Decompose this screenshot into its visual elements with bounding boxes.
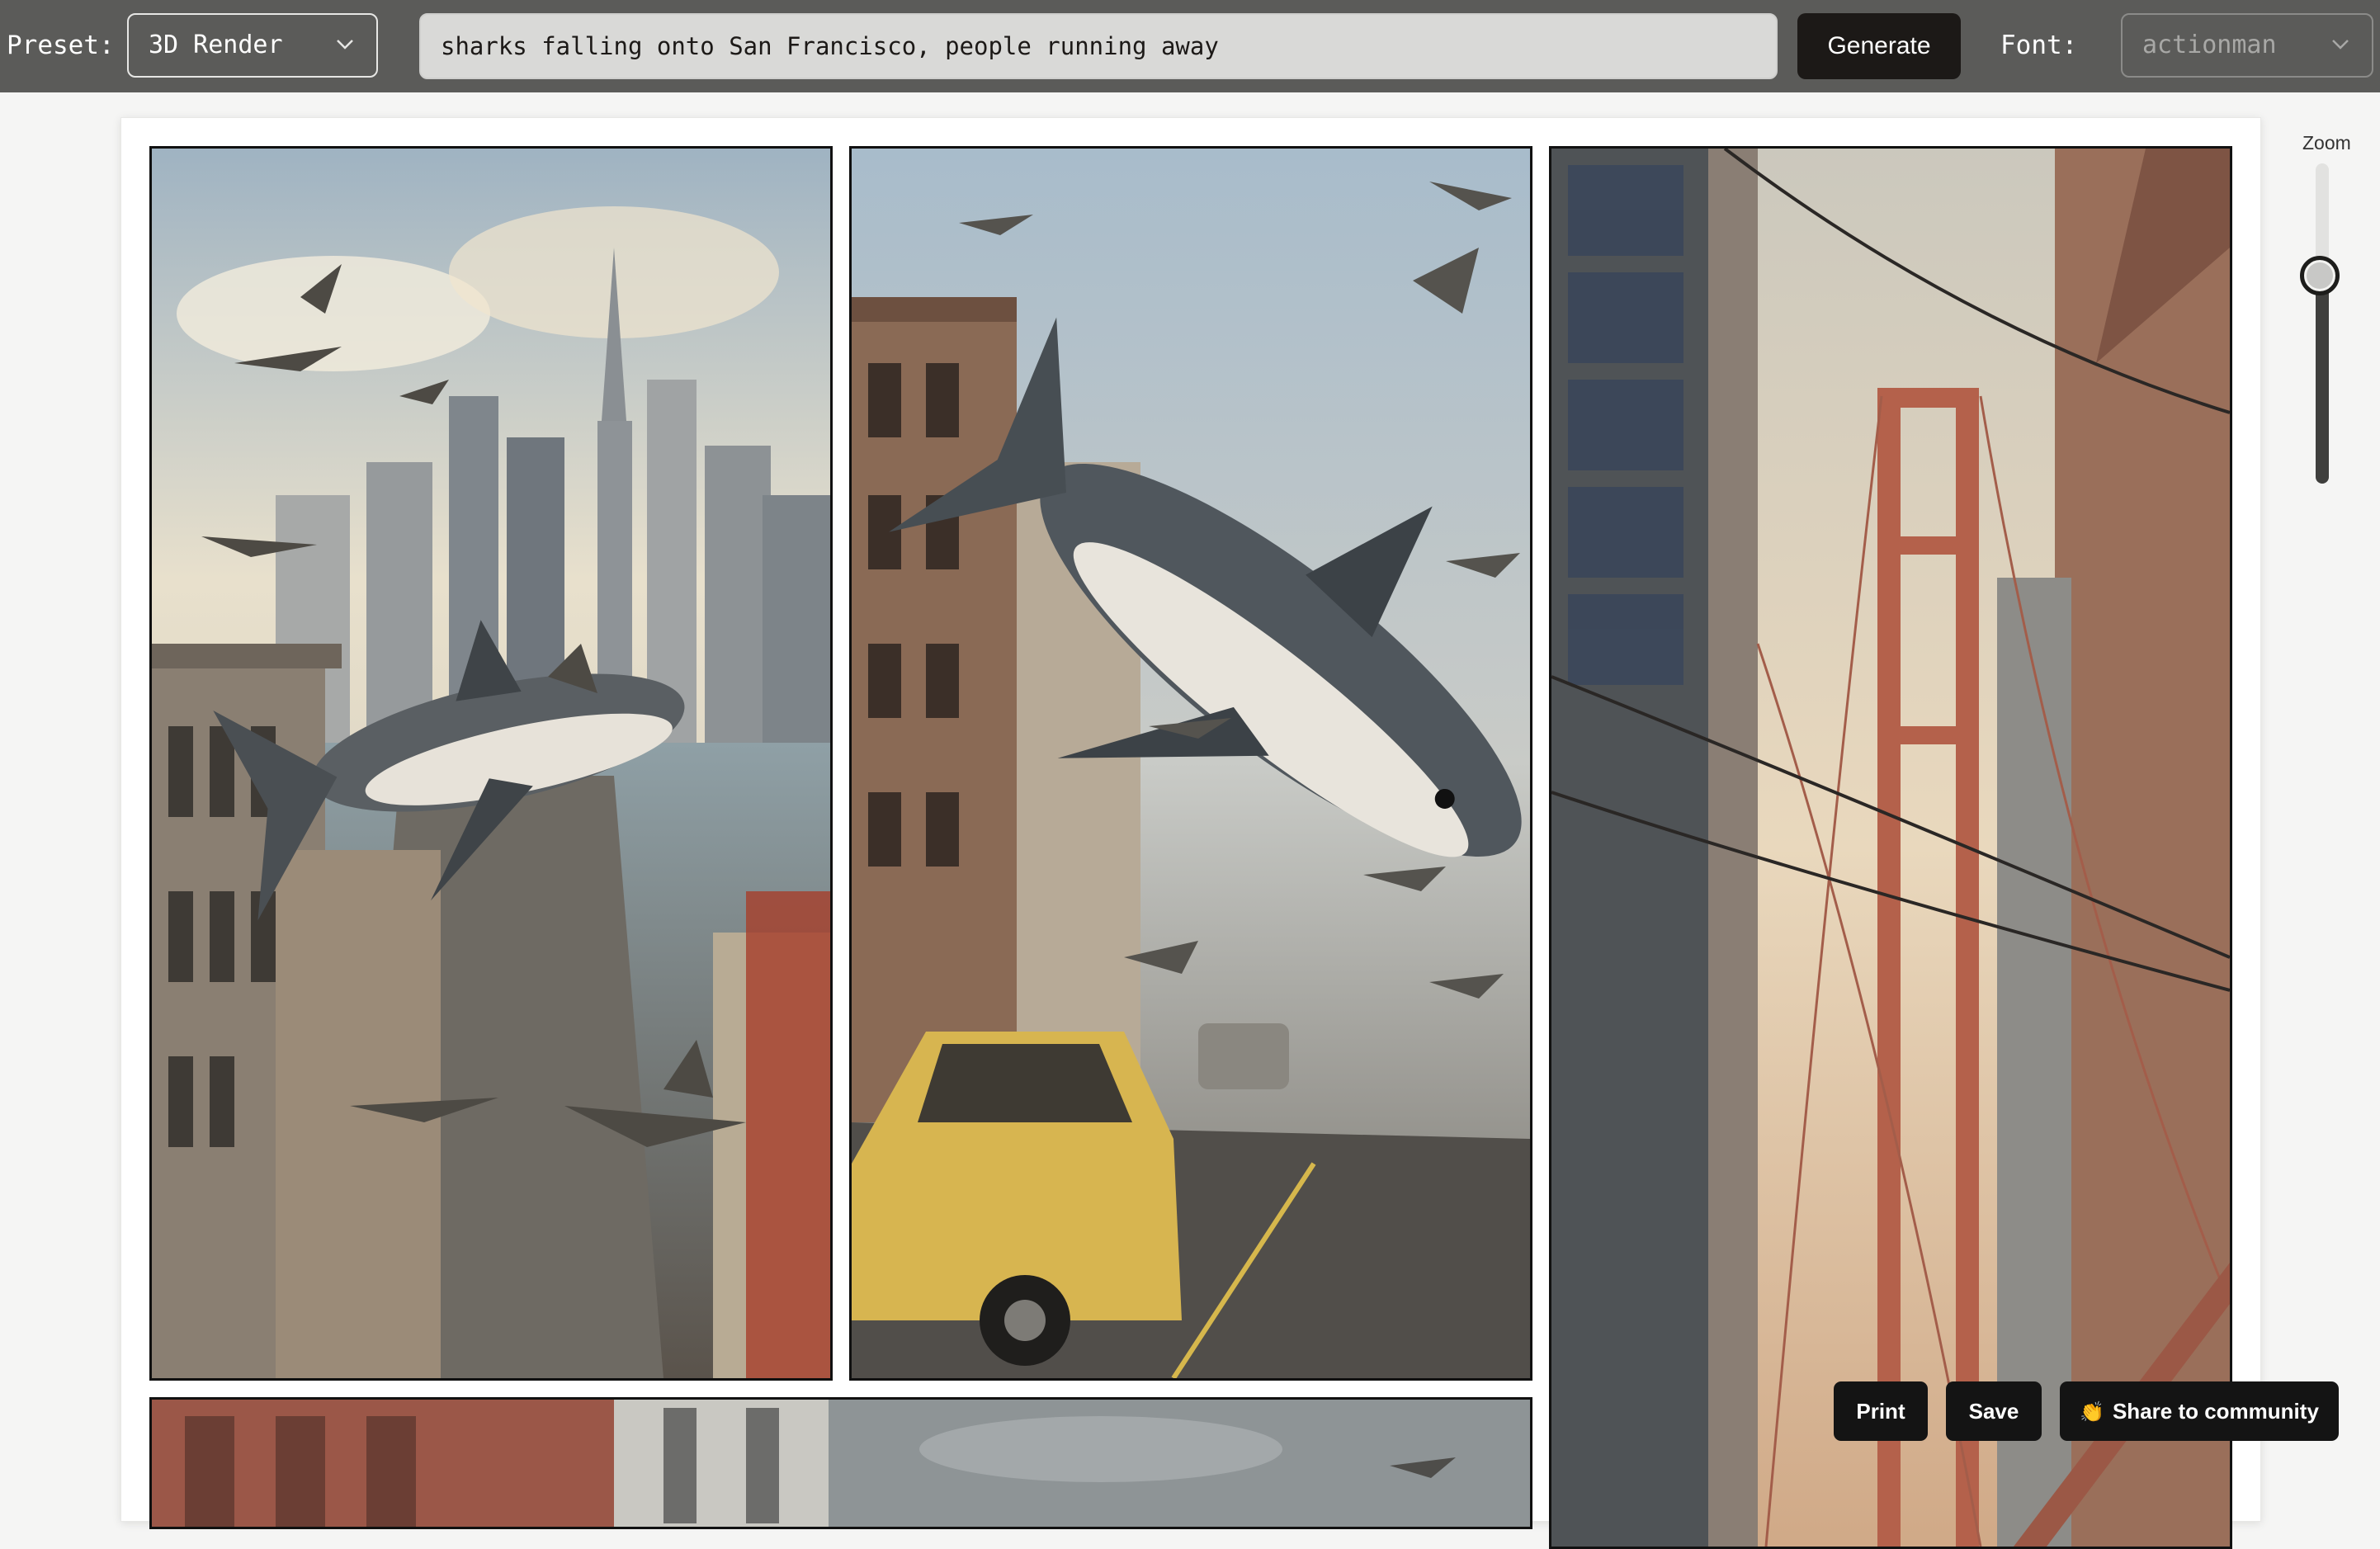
comic-panel-2[interactable] bbox=[849, 146, 1532, 1381]
prompt-input[interactable]: sharks falling onto San Francisco, peopl… bbox=[419, 13, 1778, 79]
hand-emoji-icon: 👏 bbox=[2080, 1400, 2104, 1424]
preset-select-value: 3D Render bbox=[149, 31, 283, 59]
print-button[interactable]: Print bbox=[1834, 1381, 1928, 1441]
zoom-label: Zoom bbox=[2302, 132, 2351, 153]
font-label: Font: bbox=[2000, 31, 2078, 60]
comic-panel-4[interactable] bbox=[149, 1397, 1532, 1529]
save-button[interactable]: Save bbox=[1946, 1381, 2042, 1441]
chevron-down-icon bbox=[337, 40, 353, 50]
font-select-value: actionman bbox=[2142, 31, 2277, 59]
generate-button[interactable]: Generate bbox=[1797, 13, 1961, 79]
preset-select[interactable]: 3D Render bbox=[127, 13, 378, 78]
comic-page bbox=[120, 117, 2261, 1549]
zoom-slider-fill bbox=[2316, 275, 2329, 484]
share-to-community-label: Share to community bbox=[2112, 1399, 2319, 1424]
zoom-slider[interactable] bbox=[2316, 163, 2329, 484]
zoom-slider-thumb[interactable] bbox=[2300, 255, 2340, 295]
font-select[interactable]: actionman bbox=[2121, 13, 2373, 78]
preset-label: Preset: bbox=[7, 31, 115, 60]
chevron-down-icon bbox=[2332, 40, 2349, 50]
comic-panel-3[interactable] bbox=[1549, 146, 2232, 1549]
share-to-community-button[interactable]: 👏 Share to community bbox=[2060, 1381, 2339, 1441]
comic-panel-1[interactable] bbox=[149, 146, 833, 1381]
generated-image-shark-taxi bbox=[852, 149, 1530, 1378]
top-toolbar: Preset: 3D Render sharks falling onto Sa… bbox=[0, 0, 2380, 92]
generated-image-golden-gate bbox=[1551, 149, 2230, 1547]
generated-image-sharks-city bbox=[152, 149, 830, 1378]
generated-image-street-partial bbox=[152, 1400, 1530, 1527]
